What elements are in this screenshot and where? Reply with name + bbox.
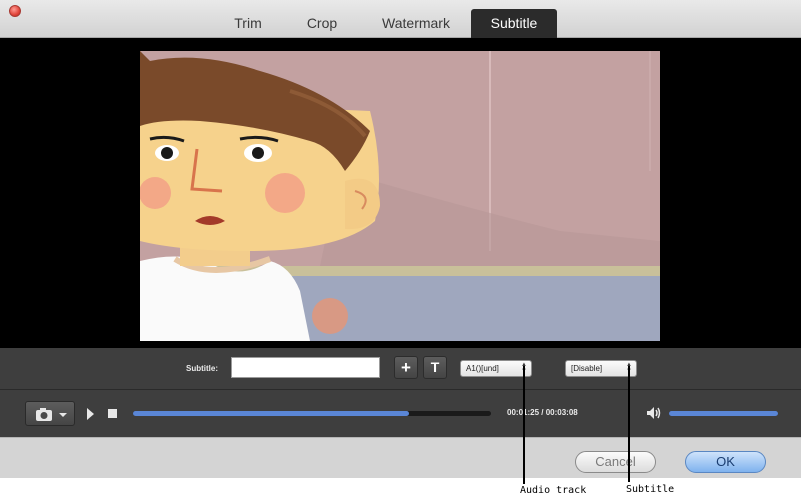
add-subtitle-button[interactable]: + [394,356,418,379]
audio-track-callout-line [523,366,525,484]
video-frame-image [140,51,660,341]
tab-subtitle[interactable]: Subtitle [471,9,557,38]
dialog-button-bar: Cancel OK [0,437,801,478]
progress-fill [133,411,409,416]
text-t-icon: T [430,359,440,375]
speaker-icon[interactable] [646,406,662,420]
subtitle-font-button[interactable]: T [423,356,447,379]
plus-icon: + [401,358,411,377]
play-icon[interactable] [87,408,94,420]
audio-track-select[interactable]: A1()[und] ▲▼ [460,360,532,377]
volume-fill [669,411,778,416]
audio-track-annotation: Audio track [520,485,587,496]
tab-bar: Trim Crop Watermark Subtitle [0,9,801,38]
subtitle-input[interactable] [231,357,380,378]
video-frame [140,51,660,341]
subtitle-track-select[interactable]: [Disable] ▲▼ [565,360,637,377]
camera-icon [36,408,67,421]
audio-track-value: A1()[und] [466,364,499,373]
subtitle-panel: Subtitle: + T A1()[und] ▲▼ [Disable] ▲▼ [0,348,801,390]
progress-bar[interactable] [133,411,491,416]
cancel-button[interactable]: Cancel [575,451,656,473]
volume-slider[interactable] [669,411,778,416]
playback-controls: 00:01:25 / 00:03:08 [0,390,801,437]
tab-trim[interactable]: Trim [222,9,274,38]
title-bar: Trim Crop Watermark Subtitle [0,0,801,38]
subtitle-track-value: [Disable] [571,364,603,373]
time-display: 00:01:25 / 00:03:08 [507,408,578,417]
ok-button[interactable]: OK [685,451,766,473]
video-preview-area [0,38,801,348]
stop-icon[interactable] [108,409,117,418]
tab-crop[interactable]: Crop [297,9,347,38]
subtitle-label: Subtitle: [186,364,218,373]
subtitle-callout-line [628,366,630,482]
subtitle-annotation: Subtitle [626,484,675,495]
tab-watermark[interactable]: Watermark [372,9,460,38]
snapshot-button[interactable] [25,401,75,426]
